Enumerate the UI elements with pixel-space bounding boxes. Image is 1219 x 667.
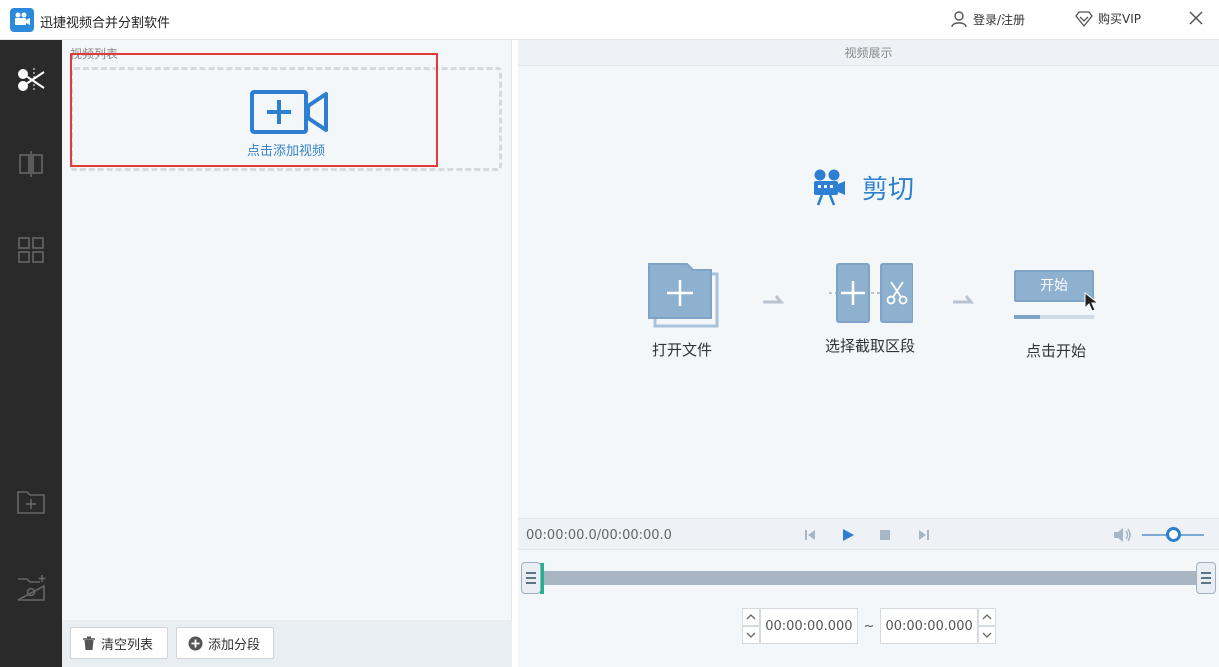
volume-slider-handle[interactable] (1165, 527, 1181, 542)
app-title: 迅捷视频合并分割软件 (40, 16, 171, 31)
start-illustration-track (1040, 315, 1094, 319)
app-logo-icon (10, 8, 34, 32)
next-frame-button[interactable] (915, 526, 933, 544)
chevron-up-icon (746, 614, 756, 620)
step-select-range-label: 选择截取区段 (824, 337, 915, 355)
grid-icon (18, 237, 44, 263)
sidebar-item-merge[interactable] (0, 222, 62, 278)
chevron-down-icon (982, 632, 992, 638)
video-list-header: 视频列表 (70, 47, 119, 61)
trash-icon (83, 636, 95, 650)
skip-forward-icon (919, 530, 929, 540)
video-preview-header: 视频展示 (518, 40, 1219, 66)
chevron-down-icon (746, 632, 756, 638)
step-open-file-label: 打开文件 (651, 341, 712, 359)
arrow-right-icon (763, 295, 784, 304)
video-preview-panel: 视频展示 剪切 打开文件 选择截取区段 开始 点击开始 00:00:00.0/0… (518, 40, 1219, 667)
end-time-input[interactable]: 00:00:00.000 (880, 608, 978, 644)
start-time-increment[interactable] (742, 608, 761, 626)
stop-icon (880, 530, 890, 540)
start-time-decrement[interactable] (742, 626, 761, 644)
add-segment-button[interactable]: 添加分段 (176, 627, 274, 659)
login-register-label: 登录/注册 (973, 12, 1026, 27)
open-file-icon (648, 263, 719, 328)
close-button[interactable] (1186, 8, 1206, 28)
sidebar-item-split[interactable] (0, 136, 62, 192)
video-list-panel: 视频列表 点击添加视频 清空列表 添加分段 (62, 40, 512, 667)
close-icon (1189, 11, 1203, 25)
end-time-stepper (977, 608, 996, 644)
step-click-start-label: 点击开始 (1025, 342, 1086, 360)
title-bar: 迅捷视频合并分割软件 登录/注册 购买VIP (0, 0, 1219, 40)
add-video-label: 点击添加视频 (246, 144, 325, 159)
film-camera-icon (814, 169, 845, 206)
clear-list-label: 清空列表 (101, 637, 154, 653)
volume-icon[interactable] (1113, 526, 1133, 544)
diamond-icon (1075, 10, 1093, 27)
buy-vip-label: 购买VIP (1098, 12, 1141, 26)
clear-list-button[interactable]: 清空列表 (70, 627, 168, 659)
sidebar-item-cut[interactable] (0, 52, 62, 108)
mode-title-text: 剪切 (862, 174, 915, 205)
time-range-separator: ~ (863, 618, 875, 634)
buy-vip-button[interactable]: 购买VIP (1075, 10, 1141, 27)
cursor-arrow-icon (1084, 292, 1100, 312)
video-list-footer: 清空列表 添加分段 (62, 620, 512, 667)
plus-circle-icon (188, 636, 203, 650)
add-segment-label: 添加分段 (208, 637, 261, 653)
trim-timeline-track[interactable] (534, 571, 1206, 585)
previous-frame-button[interactable] (801, 526, 819, 544)
step-select-range: 选择截取区段 (816, 262, 924, 356)
user-icon (951, 11, 967, 28)
add-video-drop-zone[interactable]: 点击添加视频 (70, 67, 502, 171)
end-time-increment[interactable] (977, 608, 996, 626)
sidebar-item-add-folder[interactable] (0, 474, 62, 530)
skip-back-icon (805, 530, 815, 540)
folder-add-icon (17, 491, 45, 514)
select-range-icon (829, 263, 914, 323)
start-illustration: 开始 (1008, 268, 1104, 324)
trim-end-handle[interactable] (1196, 562, 1216, 594)
sidebar-item-folder-settings[interactable] (0, 560, 62, 616)
play-button[interactable] (839, 526, 857, 544)
tool-sidebar (0, 40, 62, 667)
start-illustration-button: 开始 (1014, 270, 1094, 302)
step-click-start: 开始 点击开始 (1008, 268, 1104, 361)
scissors-icon (18, 68, 45, 92)
stop-button[interactable] (876, 526, 894, 544)
add-video-camera-icon (250, 90, 328, 134)
trim-start-handle[interactable] (521, 562, 541, 594)
start-time-input[interactable]: 00:00:00.000 (760, 608, 858, 644)
play-icon (843, 529, 854, 541)
folder-settings-icon (17, 575, 46, 601)
end-time-decrement[interactable] (977, 626, 996, 644)
player-controls: 00:00:00.0/00:00:00.0 (518, 518, 1219, 550)
login-register-button[interactable]: 登录/注册 (950, 10, 1025, 28)
split-columns-icon (19, 151, 43, 177)
chevron-up-icon (982, 614, 992, 620)
mode-title: 剪切 (812, 168, 914, 206)
start-illustration-progress (1014, 315, 1040, 319)
playback-time-readout: 00:00:00.0/00:00:00.0 (526, 528, 672, 543)
trim-time-range: 00:00:00.000 ~ 00:00:00.000 (742, 608, 996, 644)
arrow-right-icon (953, 295, 974, 304)
step-open-file: 打开文件 (640, 262, 724, 360)
start-time-stepper (742, 608, 761, 644)
